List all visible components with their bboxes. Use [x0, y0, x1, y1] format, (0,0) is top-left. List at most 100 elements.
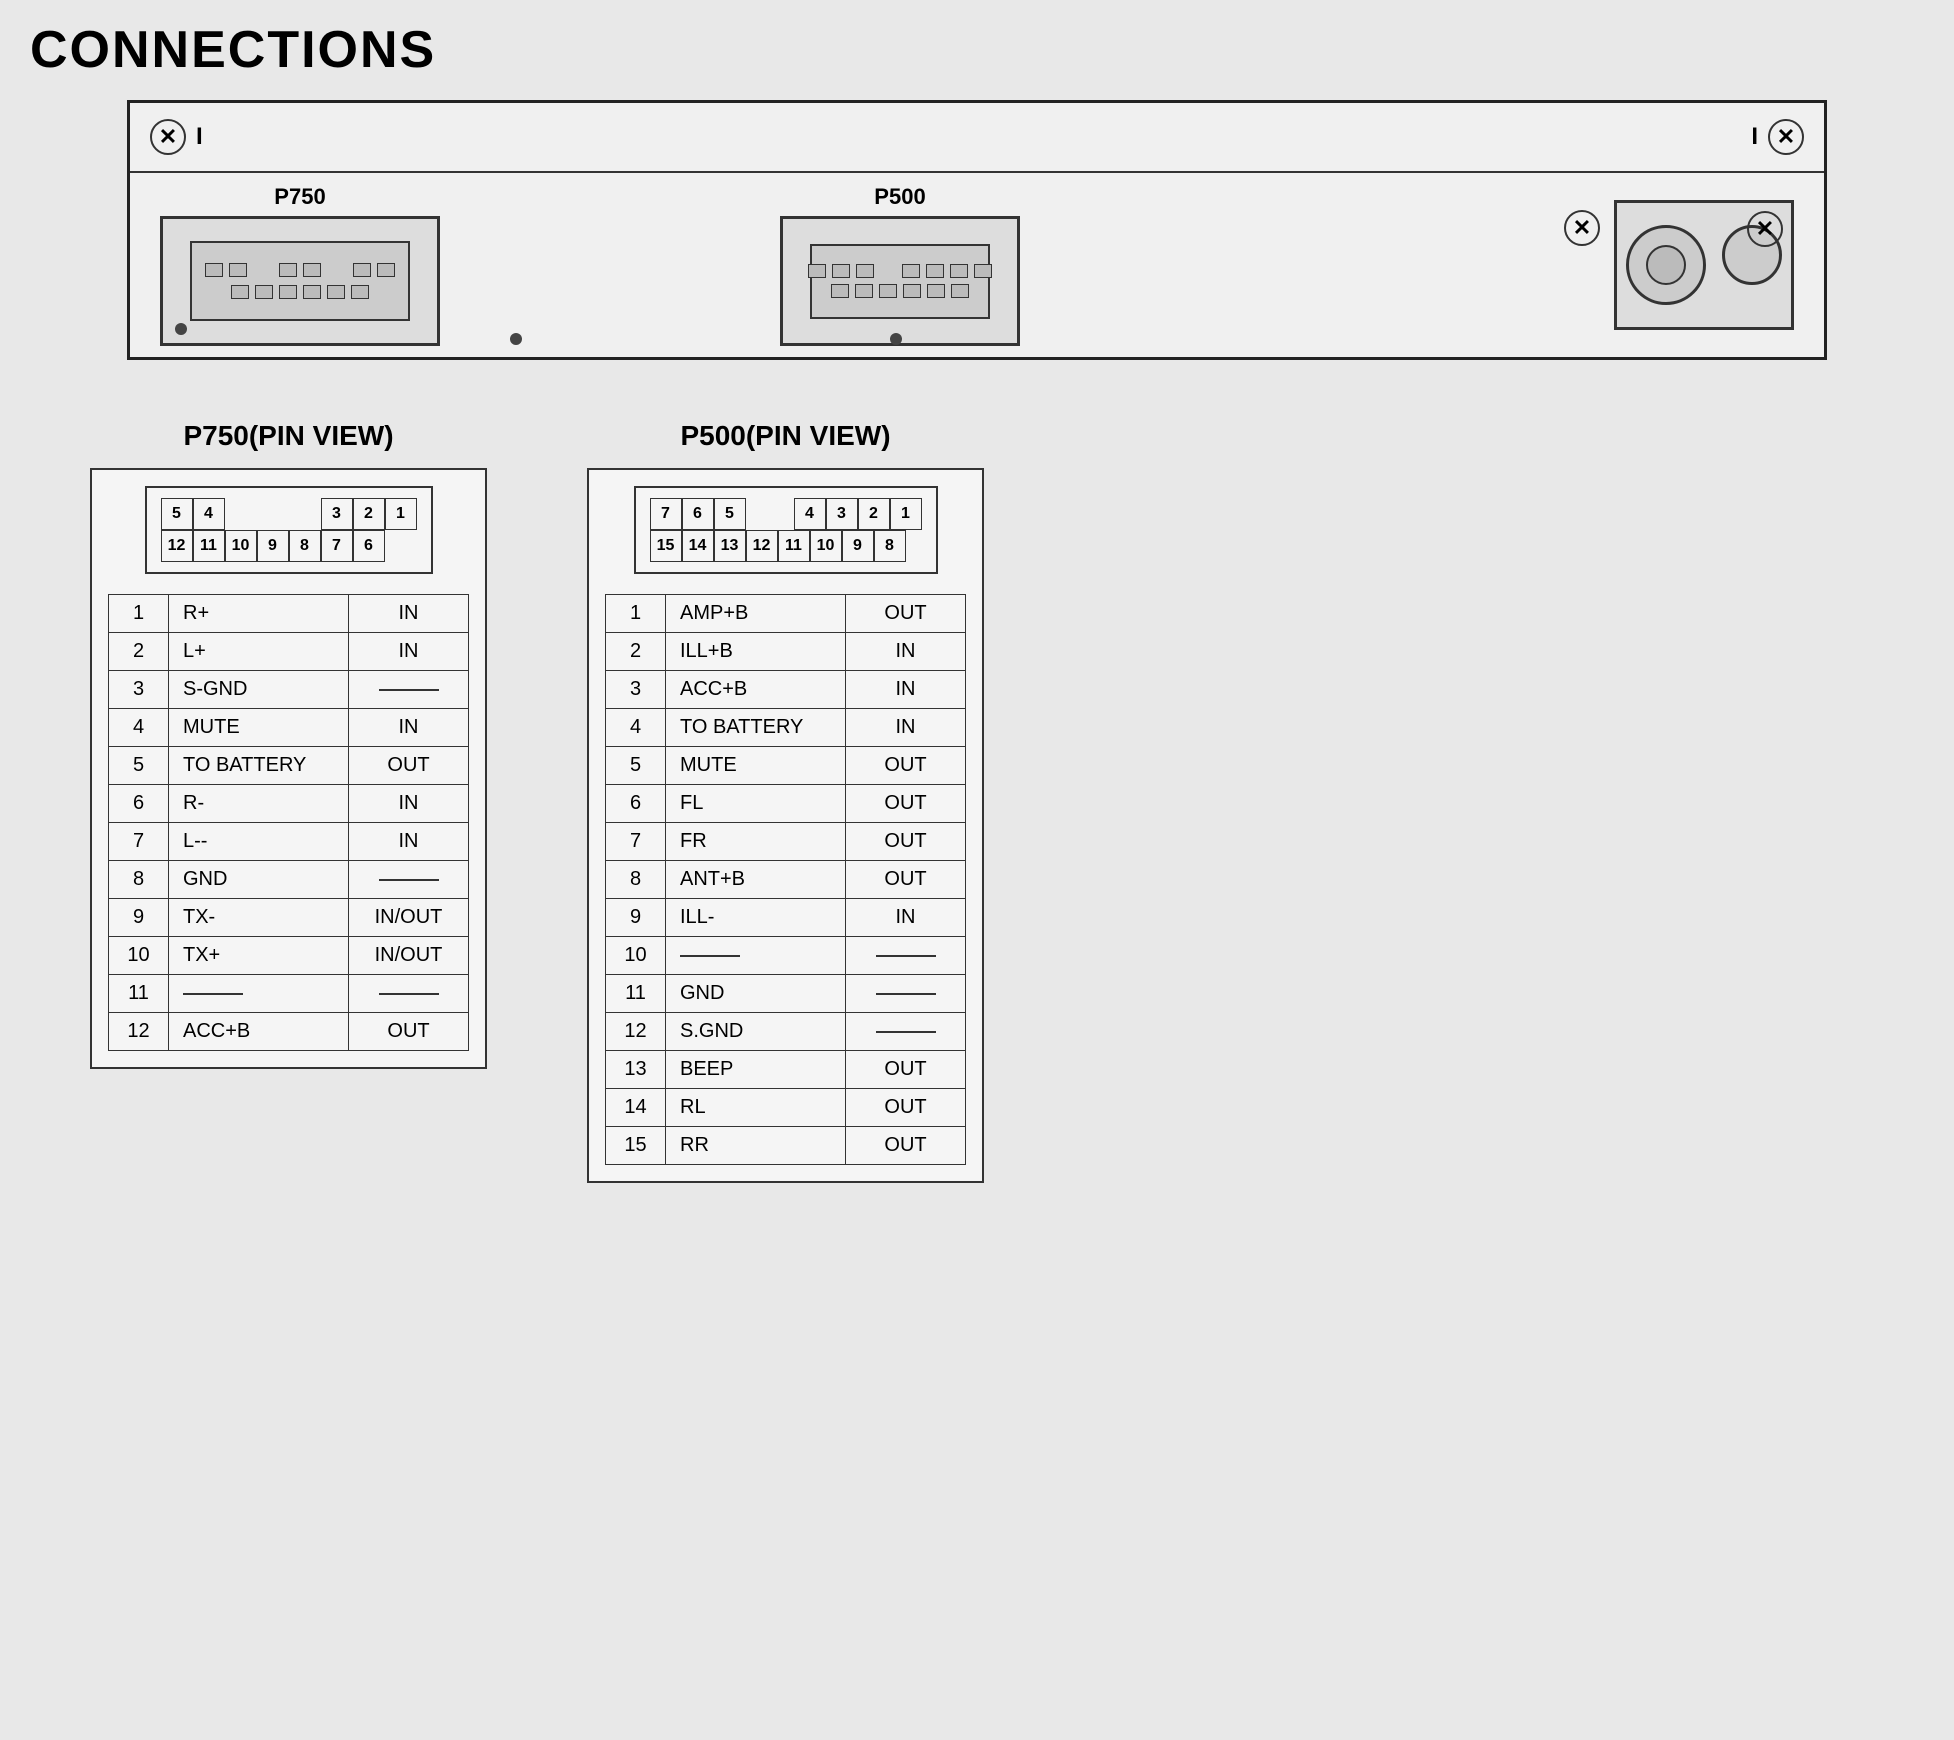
x-icon-bottom-center: ✕ [1564, 210, 1600, 246]
table-row: 9TX-IN/OUT [109, 899, 469, 937]
table-row: 5TO BATTERYOUT [109, 747, 469, 785]
signal-name: TO BATTERY [169, 747, 349, 785]
signal-name: TX- [169, 899, 349, 937]
signal-direction: IN [349, 823, 469, 861]
signal-direction [846, 1013, 966, 1051]
table-row: 8ANT+BOUT [606, 861, 966, 899]
pin-views-container: P750(PIN VIEW) 54321 1211109876 1R+IN2L+… [30, 420, 1924, 1183]
pin-number: 6 [606, 785, 666, 823]
pin-number: 13 [606, 1051, 666, 1089]
signal-name: R+ [169, 595, 349, 633]
signal-direction [846, 937, 966, 975]
table-row: 1AMP+BOUT [606, 595, 966, 633]
p500-view-title: P500(PIN VIEW) [680, 420, 890, 452]
pin-number: 12 [606, 1013, 666, 1051]
signal-name: GND [169, 861, 349, 899]
pin-number: 1 [109, 595, 169, 633]
unit-left-indicator: I [196, 123, 203, 151]
signal-name: ILL+B [666, 633, 846, 671]
signal-name: ANT+B [666, 861, 846, 899]
pin-number: 1 [606, 595, 666, 633]
p500-unit-connector [780, 216, 1020, 346]
p500-view-box: 7654321 15141312111098 1AMP+BOUT2ILL+BIN… [587, 468, 984, 1183]
p500-inner [810, 244, 990, 319]
signal-name: BEEP [666, 1051, 846, 1089]
signal-direction: OUT [846, 747, 966, 785]
pin-number: 2 [109, 633, 169, 671]
signal-direction [349, 861, 469, 899]
circle-left [1626, 225, 1706, 305]
p750-table: 1R+IN2L+IN3S-GND4MUTEIN5TO BATTERYOUT6R-… [108, 594, 469, 1051]
table-row: 10TX+IN/OUT [109, 937, 469, 975]
signal-direction: OUT [349, 747, 469, 785]
signal-direction: IN [846, 633, 966, 671]
signal-direction: IN/OUT [349, 937, 469, 975]
pin-number: 2 [606, 633, 666, 671]
signal-direction [846, 975, 966, 1013]
pin-number: 4 [109, 709, 169, 747]
signal-name: FR [666, 823, 846, 861]
pin-number: 15 [606, 1127, 666, 1165]
p500-unit-label: P500 [874, 184, 925, 210]
signal-name: RL [666, 1089, 846, 1127]
pin-number: 5 [606, 747, 666, 785]
table-row: 12ACC+BOUT [109, 1013, 469, 1051]
table-row: 3ACC+BIN [606, 671, 966, 709]
p750-pin-diagram: 54321 1211109876 [145, 486, 433, 574]
table-row: 12S.GND [606, 1013, 966, 1051]
pin-number: 9 [606, 899, 666, 937]
signal-direction: OUT [846, 1051, 966, 1089]
p500-pin-diagram: 7654321 15141312111098 [634, 486, 938, 574]
unit-body: P750 [130, 173, 1824, 357]
dot-2 [890, 333, 902, 345]
signal-direction: IN [349, 633, 469, 671]
signal-direction [349, 975, 469, 1013]
signal-name: S-GND [169, 671, 349, 709]
signal-name: ACC+B [169, 1013, 349, 1051]
p750-view-box: 54321 1211109876 1R+IN2L+IN3S-GND4MUTEIN… [90, 468, 487, 1069]
signal-name: R- [169, 785, 349, 823]
pin-number: 10 [109, 937, 169, 975]
signal-name: AMP+B [666, 595, 846, 633]
table-row: 11 [109, 975, 469, 1013]
signal-name: ACC+B [666, 671, 846, 709]
p750-unit-label: P750 [274, 184, 325, 210]
pin-number: 3 [606, 671, 666, 709]
signal-direction: IN [846, 709, 966, 747]
pin-number: 11 [606, 975, 666, 1013]
pin-number: 5 [109, 747, 169, 785]
signal-name: GND [666, 975, 846, 1013]
signal-name: ILL- [666, 899, 846, 937]
x-icon-right: ✕ [1768, 119, 1804, 155]
table-row: 6FLOUT [606, 785, 966, 823]
right-box: ✕ [1614, 200, 1794, 330]
signal-direction: OUT [846, 861, 966, 899]
unit-top-bar: ✕ I I ✕ [130, 103, 1824, 173]
p500-table: 1AMP+BOUT2ILL+BIN3ACC+BIN4TO BATTERYIN5M… [605, 594, 966, 1165]
signal-direction: OUT [846, 1089, 966, 1127]
signal-direction: OUT [349, 1013, 469, 1051]
signal-direction: OUT [846, 1127, 966, 1165]
pin-number: 11 [109, 975, 169, 1013]
table-row: 3S-GND [109, 671, 469, 709]
signal-direction: IN [846, 899, 966, 937]
table-row: 7L--IN [109, 823, 469, 861]
dot-1 [510, 333, 522, 345]
p750-inner [190, 241, 410, 321]
table-row: 1R+IN [109, 595, 469, 633]
signal-name: TO BATTERY [666, 709, 846, 747]
pin-number: 14 [606, 1089, 666, 1127]
signal-name: FL [666, 785, 846, 823]
signal-name [666, 937, 846, 975]
table-row: 2L+IN [109, 633, 469, 671]
table-row: 2ILL+BIN [606, 633, 966, 671]
signal-direction: IN [349, 595, 469, 633]
table-row: 14RLOUT [606, 1089, 966, 1127]
signal-name: L+ [169, 633, 349, 671]
signal-name: RR [666, 1127, 846, 1165]
table-row: 6R-IN [109, 785, 469, 823]
pin-number: 9 [109, 899, 169, 937]
signal-name [169, 975, 349, 1013]
table-row: 5MUTEOUT [606, 747, 966, 785]
signal-name: TX+ [169, 937, 349, 975]
